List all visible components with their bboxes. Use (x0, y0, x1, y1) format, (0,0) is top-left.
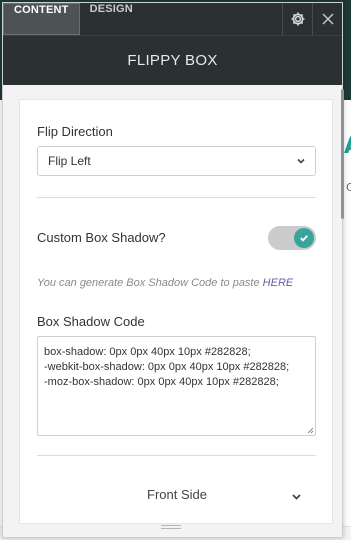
check-icon (300, 235, 308, 242)
panel-content: Flip Direction Flip Left Custom Box Shad… (19, 99, 333, 524)
close-button[interactable] (312, 3, 342, 35)
tab-spacer (143, 3, 282, 35)
flip-direction-select[interactable]: Flip Left (37, 146, 316, 176)
custom-shadow-toggle[interactable] (268, 226, 316, 250)
gear-icon (291, 12, 304, 26)
panel-resize-handle[interactable] (160, 524, 182, 530)
shadow-generator-link[interactable]: HERE (263, 277, 294, 289)
chevron-down-icon (292, 494, 301, 500)
front-side-section-label: Front Side (147, 487, 207, 502)
front-side-section-toggle[interactable]: Front Side (20, 479, 332, 515)
tab-content[interactable]: CONTENT (3, 3, 80, 35)
custom-shadow-label: Custom Box Shadow? (37, 230, 166, 245)
shadow-code-label: Box Shadow Code (37, 314, 145, 329)
shadow-code-textarea[interactable]: box-shadow: 0px 0px 40px 10px #282828; -… (37, 336, 316, 436)
tab-design[interactable]: DESIGN (80, 3, 143, 35)
panel-title: FLIPPY BOX (127, 52, 218, 69)
resize-grip-icon[interactable] (306, 426, 314, 434)
panel-scrollbar[interactable] (341, 89, 344, 219)
flip-direction-label: Flip Direction (37, 124, 113, 139)
accent-glyph: A (344, 136, 351, 158)
chevron-down-icon (297, 158, 305, 164)
toggle-knob (294, 228, 314, 248)
page-side-letter: C (346, 181, 351, 194)
section-divider (37, 455, 316, 456)
panel-tabs: CONTENT DESIGN (3, 3, 342, 35)
section-divider (37, 197, 316, 198)
panel-title-bar: FLIPPY BOX (3, 35, 342, 85)
page-accent-letter: A (344, 136, 351, 158)
shadow-generator-hint: You can generate Box Shadow Code to past… (37, 277, 293, 289)
hint-text: You can generate Box Shadow Code to past… (37, 277, 263, 289)
flip-direction-value: Flip Left (48, 154, 91, 168)
settings-button[interactable] (282, 3, 312, 35)
close-icon (322, 13, 333, 25)
settings-panel: CONTENT DESIGN FLIPPY BOX Flip Direction… (2, 2, 344, 538)
